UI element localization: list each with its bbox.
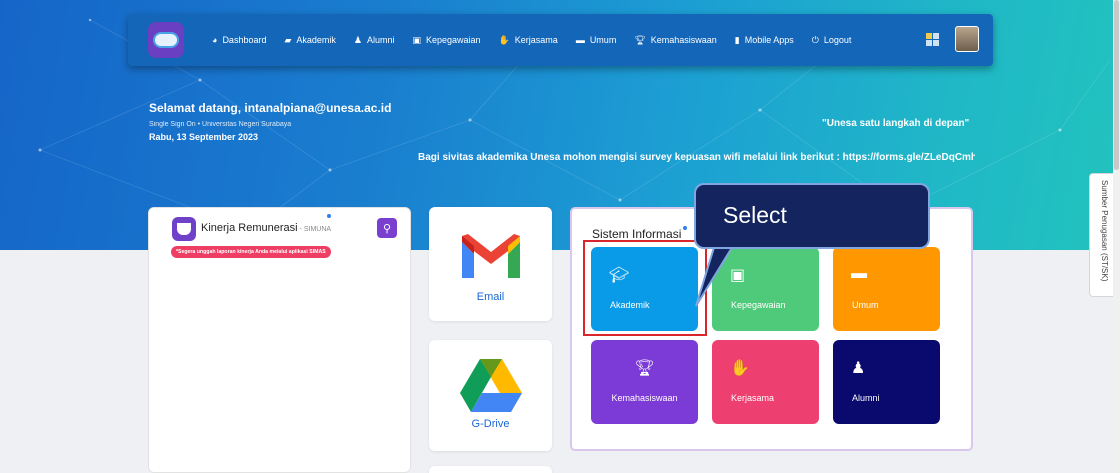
- nav-alumni[interactable]: ♟ Alumni: [354, 35, 395, 46]
- trophy-icon: 🏆︎: [634, 360, 655, 377]
- mobile-icon: ▮: [734, 34, 740, 45]
- nav-label: Logout: [823, 35, 852, 45]
- instruction-callout: Select: [694, 183, 930, 249]
- nav-menu: ◕ Dashboard ▰ Akademik ♟ Alumni ▣ Kepegawaia…: [212, 14, 869, 66]
- nav-kepegawaian[interactable]: ▣ Kepegawaian: [413, 35, 481, 46]
- apps-grid-icon[interactable]: [926, 33, 939, 46]
- nav-akademik[interactable]: ▰ Akademik: [284, 35, 335, 46]
- breadcrumb: Single Sign On • Universitas Negeri Sura…: [149, 121, 292, 128]
- gdrive-label: G-Drive: [471, 418, 510, 430]
- kinerja-alert-badge[interactable]: *Segera unggah laporan kinerja Anda mela…: [171, 246, 331, 258]
- tile-kemahasiswaan[interactable]: 🏆︎ Kemahasiswaan: [591, 340, 698, 424]
- comment-icon: ▬: [851, 265, 867, 282]
- highlight-box: [583, 240, 707, 336]
- motto-text: "Unesa satu langkah di depan": [822, 118, 970, 129]
- gdrive-app-card[interactable]: G-Drive: [429, 340, 552, 451]
- google-drive-icon: [460, 359, 522, 412]
- handshake-icon: ✋: [730, 360, 750, 377]
- callout-text: Select: [723, 202, 787, 228]
- power-icon: ⏻: [811, 34, 819, 45]
- current-date: Rabu, 13 September 2023: [149, 132, 259, 142]
- email-label: Email: [476, 291, 505, 303]
- tile-label: Kerjasama: [731, 393, 775, 403]
- nav-kerjasama[interactable]: ✋ Kerjasama: [499, 35, 558, 46]
- email-app-card[interactable]: Email: [429, 207, 552, 321]
- kinerja-card: Kinerja Remunerasi - SIMUNA ⚲ *Segera un…: [148, 207, 411, 473]
- survey-announcement: Bagi sivitas akademika Unesa mohon mengi…: [418, 152, 975, 163]
- user-graduate-icon: ♟: [353, 34, 362, 45]
- user-graduate-icon: ♟: [851, 360, 866, 377]
- tile-label: Umum: [852, 300, 879, 310]
- notification-dot: [683, 226, 687, 230]
- nav-label: Alumni: [366, 35, 395, 45]
- kinerja-title: Kinerja Remunerasi - SIMUNA: [201, 222, 331, 234]
- nav-label: Kerjasama: [514, 35, 558, 45]
- welcome-greeting: Selamat datang, intanalpiana@unesa.ac.id: [149, 101, 392, 115]
- tile-label: Alumni: [852, 393, 880, 403]
- nav-label: Kemahasiswaan: [650, 35, 717, 45]
- kinerja-subtitle: - SIMUNA: [297, 226, 332, 233]
- nav-label: Dashboard: [222, 35, 267, 45]
- notification-dot: [327, 214, 331, 218]
- sistem-informasi-title: Sistem Informasi: [592, 227, 682, 241]
- nav-logout[interactable]: ⏻ Logout: [812, 35, 852, 46]
- nav-mobile-apps[interactable]: ▮ Mobile Apps: [735, 35, 794, 46]
- search-icon: ⚲: [382, 222, 392, 235]
- search-button[interactable]: ⚲: [377, 218, 397, 238]
- nav-umum[interactable]: ▬ Umum: [576, 35, 617, 45]
- comment-icon: ▬: [575, 35, 585, 45]
- trophy-icon: 🏆︎: [634, 34, 646, 45]
- id-card-icon: ▣: [412, 34, 422, 45]
- scrollbar-thumb[interactable]: [1114, 0, 1119, 170]
- handshake-icon: ✋: [498, 34, 510, 45]
- nav-kemahasiswaan[interactable]: 🏆︎ Kemahasiswaan: [634, 35, 716, 46]
- nav-label: Mobile Apps: [744, 35, 794, 45]
- page-scrollbar[interactable]: [1113, 0, 1120, 473]
- simuna-logo-icon: [172, 217, 196, 241]
- nav-label: Akademik: [296, 35, 336, 45]
- graduation-cap-icon: ▰: [284, 34, 292, 45]
- tile-umum[interactable]: ▬ Umum: [833, 247, 940, 331]
- top-navigation: ◕ Dashboard ▰ Akademik ♟ Alumni ▣ Kepegawaia…: [128, 14, 993, 66]
- gmail-icon: [462, 234, 520, 278]
- dashboard-icon: ◕: [212, 35, 218, 45]
- kinerja-title-text: Kinerja Remunerasi: [201, 222, 298, 234]
- nav-label: Kepegawaian: [426, 35, 481, 45]
- nav-label: Umum: [589, 35, 617, 45]
- app-logo[interactable]: [148, 22, 184, 58]
- tile-alumni[interactable]: ♟ Alumni: [833, 340, 940, 424]
- callout-pointer: [695, 240, 738, 307]
- tile-kerjasama[interactable]: ✋ Kerjasama: [712, 340, 819, 424]
- user-avatar[interactable]: [955, 26, 979, 52]
- side-tab-label: Sumber Penugasan (ST/SK): [1100, 180, 1109, 282]
- nav-dashboard[interactable]: ◕ Dashboard: [212, 35, 266, 45]
- tile-label: Kemahasiswaan: [611, 393, 678, 403]
- welcome-block: Selamat datang, intanalpiana@unesa.ac.id…: [149, 101, 391, 142]
- more-app-card[interactable]: [429, 466, 552, 473]
